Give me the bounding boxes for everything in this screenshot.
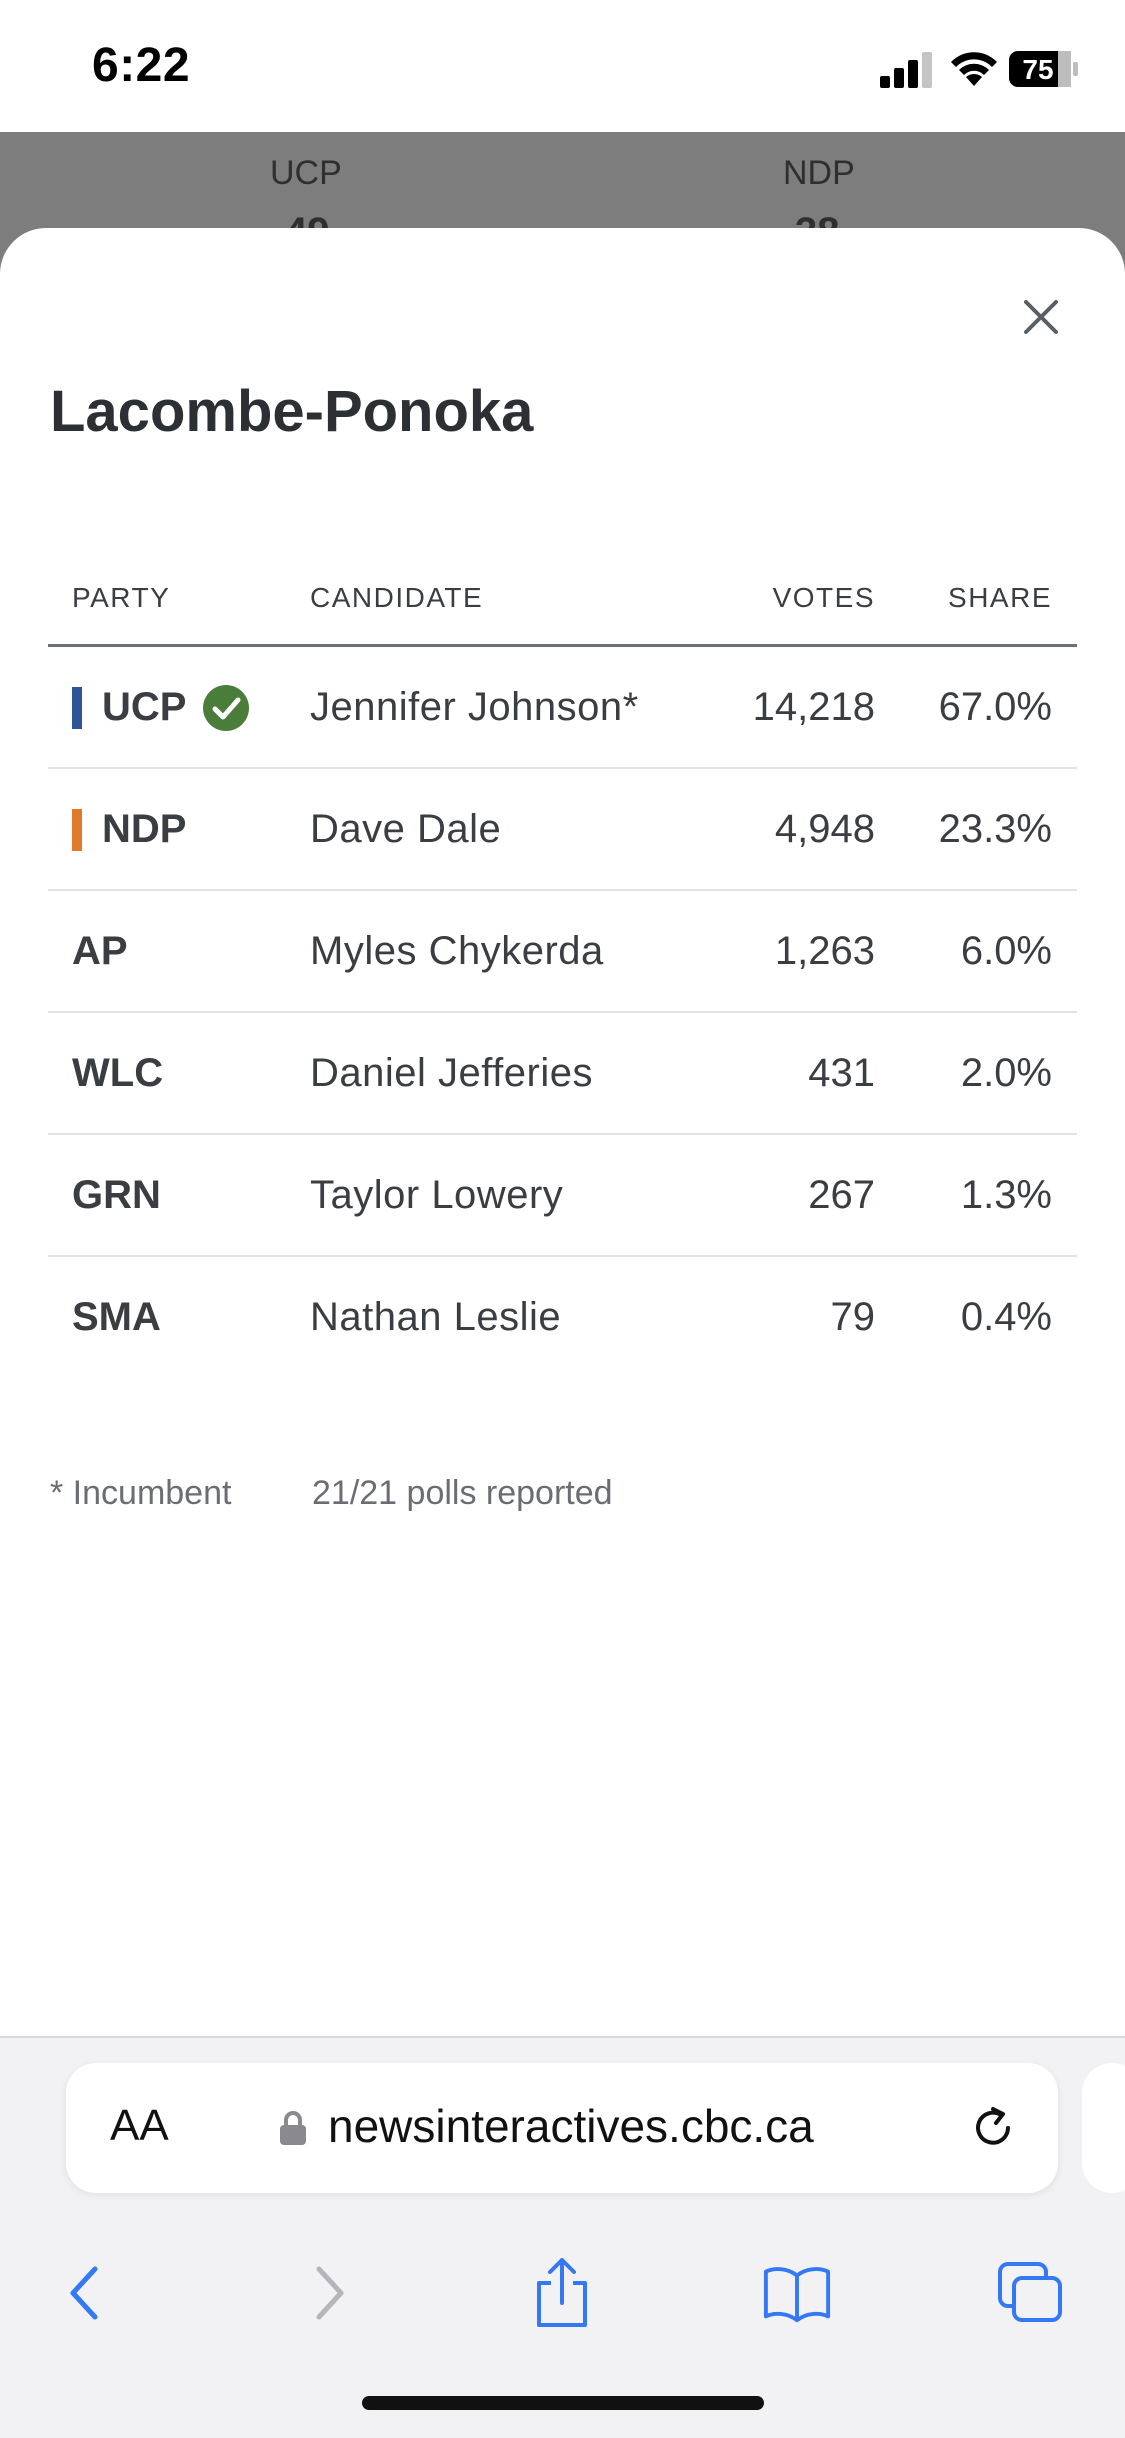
header-votes: VOTES — [772, 582, 875, 613]
table-row: GRN Taylor Lowery 267 1.3% — [48, 1135, 1077, 1257]
forward-icon[interactable] — [307, 2263, 351, 2323]
candidate-name: Dave Dale — [310, 807, 502, 851]
header-candidate: CANDIDATE — [310, 582, 484, 613]
party-name: UCP — [102, 685, 187, 729]
status-time: 6:22 — [92, 39, 191, 92]
table-row: AP Myles Chykerda 1,263 6.0% — [48, 891, 1077, 1013]
table-header: PARTY CANDIDATE VOTES SHARE — [48, 558, 1077, 647]
battery-icon: 75 — [1008, 50, 1080, 88]
forward-button[interactable] — [294, 2258, 364, 2328]
candidate-name: Myles Chykerda — [310, 929, 604, 973]
vote-share: 2.0% — [960, 1051, 1052, 1095]
party-name: WLC — [72, 1051, 164, 1095]
vote-count: 14,218 — [752, 685, 875, 729]
adjacent-tab-preview[interactable] — [1082, 2063, 1125, 2193]
home-indicator — [362, 2396, 764, 2410]
wifi-icon — [951, 52, 997, 86]
vote-count: 79 — [830, 1295, 876, 1339]
battery-level: 75 — [1022, 54, 1053, 85]
share-button[interactable] — [527, 2258, 597, 2328]
close-button[interactable] — [1014, 290, 1068, 344]
cellular-signal-icon — [880, 52, 932, 88]
party-color-bar — [72, 687, 82, 729]
backdrop-party-ndp: NDP — [783, 154, 855, 192]
back-icon[interactable] — [63, 2263, 107, 2323]
vote-count: 267 — [808, 1173, 875, 1217]
address-bar[interactable]: AA newsinteractives.cbc.ca — [66, 2063, 1058, 2193]
results-table: PARTY CANDIDATE VOTES SHARE UCP Jennifer… — [48, 558, 1077, 1377]
incumbent-note: * Incumbent — [50, 1474, 232, 1512]
table-row: SMA Nathan Leslie 79 0.4% — [48, 1257, 1077, 1377]
lock-icon — [280, 2111, 306, 2145]
vote-share: 23.3% — [938, 807, 1052, 851]
vote-count: 1,263 — [774, 929, 875, 973]
winner-check-icon — [203, 685, 249, 731]
text-size-button[interactable]: AA — [110, 2101, 169, 2151]
candidate-name: Daniel Jefferies — [310, 1051, 593, 1095]
candidate-name: Jennifer Johnson* — [310, 685, 639, 729]
vote-share: 6.0% — [960, 929, 1052, 973]
riding-title: Lacombe-Ponoka — [50, 379, 534, 444]
bookmarks-button[interactable] — [762, 2258, 832, 2328]
header-share: SHARE — [948, 582, 1052, 613]
table-row: WLC Daniel Jefferies 431 2.0% — [48, 1013, 1077, 1135]
table-row: UCP Jennifer Johnson* 14,218 67.0% — [48, 647, 1077, 769]
candidate-name: Nathan Leslie — [310, 1295, 562, 1339]
party-name: NDP — [102, 807, 187, 851]
polls-reported: 21/21 polls reported — [312, 1474, 613, 1512]
vote-count: 431 — [808, 1051, 875, 1095]
vote-count: 4,948 — [774, 807, 875, 851]
tabs-icon[interactable] — [996, 2260, 1066, 2326]
tabs-button[interactable] — [996, 2258, 1066, 2328]
close-icon[interactable] — [1023, 299, 1059, 335]
party-color-bar — [72, 809, 82, 851]
browser-toolbar: AA newsinteractives.cbc.ca — [0, 2036, 1125, 2438]
riding-results-sheet: Lacombe-Ponoka PARTY CANDIDATE VOTES SHA… — [0, 228, 1125, 2038]
vote-share: 67.0% — [938, 685, 1052, 729]
winner-check-circle — [203, 685, 249, 731]
back-button[interactable] — [50, 2258, 120, 2328]
candidate-name: Taylor Lowery — [310, 1173, 564, 1217]
vote-share: 1.3% — [960, 1173, 1052, 1217]
party-name: GRN — [72, 1173, 161, 1217]
url-text[interactable]: newsinteractives.cbc.ca — [328, 2099, 814, 2153]
vote-share: 0.4% — [960, 1295, 1052, 1339]
share-icon[interactable] — [531, 2257, 593, 2329]
party-name: AP — [72, 929, 128, 973]
reload-icon[interactable] — [966, 2101, 1020, 2155]
status-bar: 6:22 75 — [0, 0, 1125, 132]
bookmarks-icon[interactable] — [762, 2263, 832, 2323]
backdrop-party-ucp: UCP — [270, 154, 342, 192]
party-name: SMA — [72, 1295, 161, 1339]
table-row: NDP Dave Dale 4,948 23.3% — [48, 769, 1077, 891]
header-party: PARTY — [72, 582, 171, 613]
